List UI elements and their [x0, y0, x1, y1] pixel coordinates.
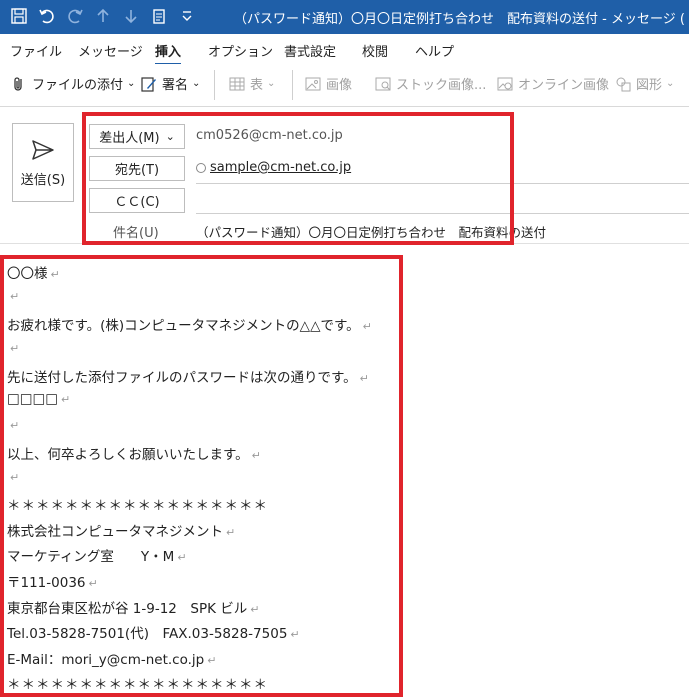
- menu-format[interactable]: 書式設定: [284, 41, 336, 60]
- body-line: 東京都台東区松が谷 1-9-12 SPK ビル ↵: [7, 601, 260, 617]
- body-line: E-Mail：mori_y@cm-net.co.jp ↵: [7, 652, 217, 668]
- send-label: 送信(S): [20, 173, 66, 188]
- picture-button[interactable]: 画像: [304, 74, 352, 93]
- menu-options[interactable]: オプション: [208, 41, 273, 60]
- redo-icon[interactable]: [64, 5, 86, 27]
- body-line: 株式会社コンピュータマネジメント ↵: [7, 524, 236, 540]
- shapes-icon: [616, 77, 631, 91]
- chevron-down-icon: ⌄: [267, 78, 276, 89]
- arrow-up-icon[interactable]: [92, 5, 114, 27]
- cc-label: ＣＣ(C): [114, 195, 160, 210]
- body-line: ↵: [10, 471, 20, 484]
- body-line: 〒111-0036 ↵: [7, 575, 98, 591]
- menu-insert[interactable]: 挿入: [155, 41, 182, 66]
- window-title: （パスワード通知）〇月〇日定例打ち合わせ 配布資料の送付 - メッセージ (テキ…: [234, 12, 684, 27]
- send-icon: [32, 140, 54, 160]
- menu-file[interactable]: ファイル: [10, 41, 62, 60]
- table-icon: [229, 77, 245, 90]
- to-field[interactable]: sample@cm-net.co.jp: [196, 160, 351, 175]
- menu-review[interactable]: 校閲: [362, 41, 388, 60]
- body-line: 〇〇様 ↵: [7, 266, 60, 282]
- cc-underline: [196, 213, 689, 214]
- undo-icon[interactable]: [36, 5, 58, 27]
- online-images-label: オンライン画像: [518, 78, 610, 93]
- body-line: □□□□ ↵: [7, 391, 71, 407]
- body-line: ＊＊＊＊＊＊＊＊＊＊＊＊＊＊＊＊＊＊: [7, 498, 268, 514]
- body-line: ＊＊＊＊＊＊＊＊＊＊＊＊＊＊＊＊＊＊: [7, 677, 268, 693]
- arrow-down-icon[interactable]: [120, 5, 142, 27]
- chevron-down-icon: ⌄: [127, 78, 136, 89]
- menu-help[interactable]: ヘルプ: [415, 41, 454, 60]
- to-button[interactable]: 宛先(T): [89, 156, 185, 181]
- table-button[interactable]: 表 ⌄: [228, 74, 275, 93]
- signature-icon: [141, 76, 156, 92]
- paperclip-icon: [14, 76, 22, 91]
- recipient-status-icon: [196, 162, 206, 173]
- stock-images-button[interactable]: ストック画像...: [374, 74, 486, 93]
- body-line: 以上、何卒よろしくお願いいたします。 ↵: [7, 447, 261, 463]
- attach-file-label: ファイルの添付: [32, 78, 124, 93]
- send-button[interactable]: 送信(S): [12, 123, 74, 202]
- chevron-down-icon: ⌄: [165, 130, 175, 143]
- menu-message[interactable]: メッセージ: [78, 41, 143, 60]
- ribbon: ファイルの添付 ⌄ 署名 ⌄ 表 ⌄ 画像 ストック画像... オンライン画像 …: [0, 64, 689, 107]
- body-line: ↵: [10, 419, 20, 432]
- stock-images-icon: [375, 77, 391, 90]
- from-value: cm0526@cm-net.co.jp: [196, 128, 343, 143]
- body-line: ↵: [10, 342, 20, 355]
- stock-images-label: ストック画像...: [396, 78, 487, 93]
- attach-file-button[interactable]: ファイルの添付 ⌄: [10, 74, 135, 93]
- from-label: 差出人(M): [99, 131, 160, 146]
- shapes-button[interactable]: 図形 ⌄: [614, 74, 674, 93]
- signature-button[interactable]: 署名 ⌄: [140, 74, 200, 93]
- ribbon-separator: [292, 70, 293, 100]
- body-line: マーケティング室 Y・M ↵: [7, 549, 187, 565]
- menu-bar: ファイル メッセージ 挿入 オプション 書式設定 校閲 ヘルプ: [0, 34, 689, 66]
- save-icon[interactable]: [8, 5, 30, 27]
- to-label: 宛先(T): [114, 163, 160, 178]
- cc-button[interactable]: ＣＣ(C): [89, 188, 185, 213]
- body-line: お疲れ様です。(株)コンピュータマネジメントの△△です。 ↵: [7, 318, 372, 334]
- online-images-button[interactable]: オンライン画像: [496, 74, 609, 93]
- to-underline: [196, 183, 689, 184]
- signature-label: 署名: [162, 78, 189, 93]
- chevron-down-icon: ⌄: [666, 78, 675, 89]
- to-recipient[interactable]: sample@cm-net.co.jp: [210, 160, 351, 175]
- picture-icon: [305, 77, 321, 90]
- ribbon-separator: [214, 70, 215, 100]
- title-bar: （パスワード通知）〇月〇日定例打ち合わせ 配布資料の送付 - メッセージ (テキ…: [0, 0, 689, 34]
- body-line: Tel.03-5828-7501(代) FAX.03-5828-7505 ↵: [7, 626, 300, 642]
- from-button[interactable]: 差出人(M) ⌄: [89, 124, 185, 149]
- online-images-icon: [497, 77, 513, 90]
- header-body-divider: [0, 243, 689, 244]
- table-label: 表: [250, 78, 264, 93]
- shapes-label: 図形: [636, 78, 663, 93]
- clipboard-icon[interactable]: [148, 5, 170, 27]
- body-line: ↵: [10, 290, 20, 303]
- body-line: 先に送付した添付ファイルのパスワードは次の通りです。 ↵: [7, 370, 369, 386]
- picture-label: 画像: [326, 78, 353, 93]
- chevron-down-icon: ⌄: [192, 78, 201, 89]
- subject-label: 件名(U): [113, 226, 159, 241]
- subject-field[interactable]: （パスワード通知）〇月〇日定例打ち合わせ 配布資料の送付: [196, 222, 546, 241]
- customize-qat-icon[interactable]: [176, 5, 198, 27]
